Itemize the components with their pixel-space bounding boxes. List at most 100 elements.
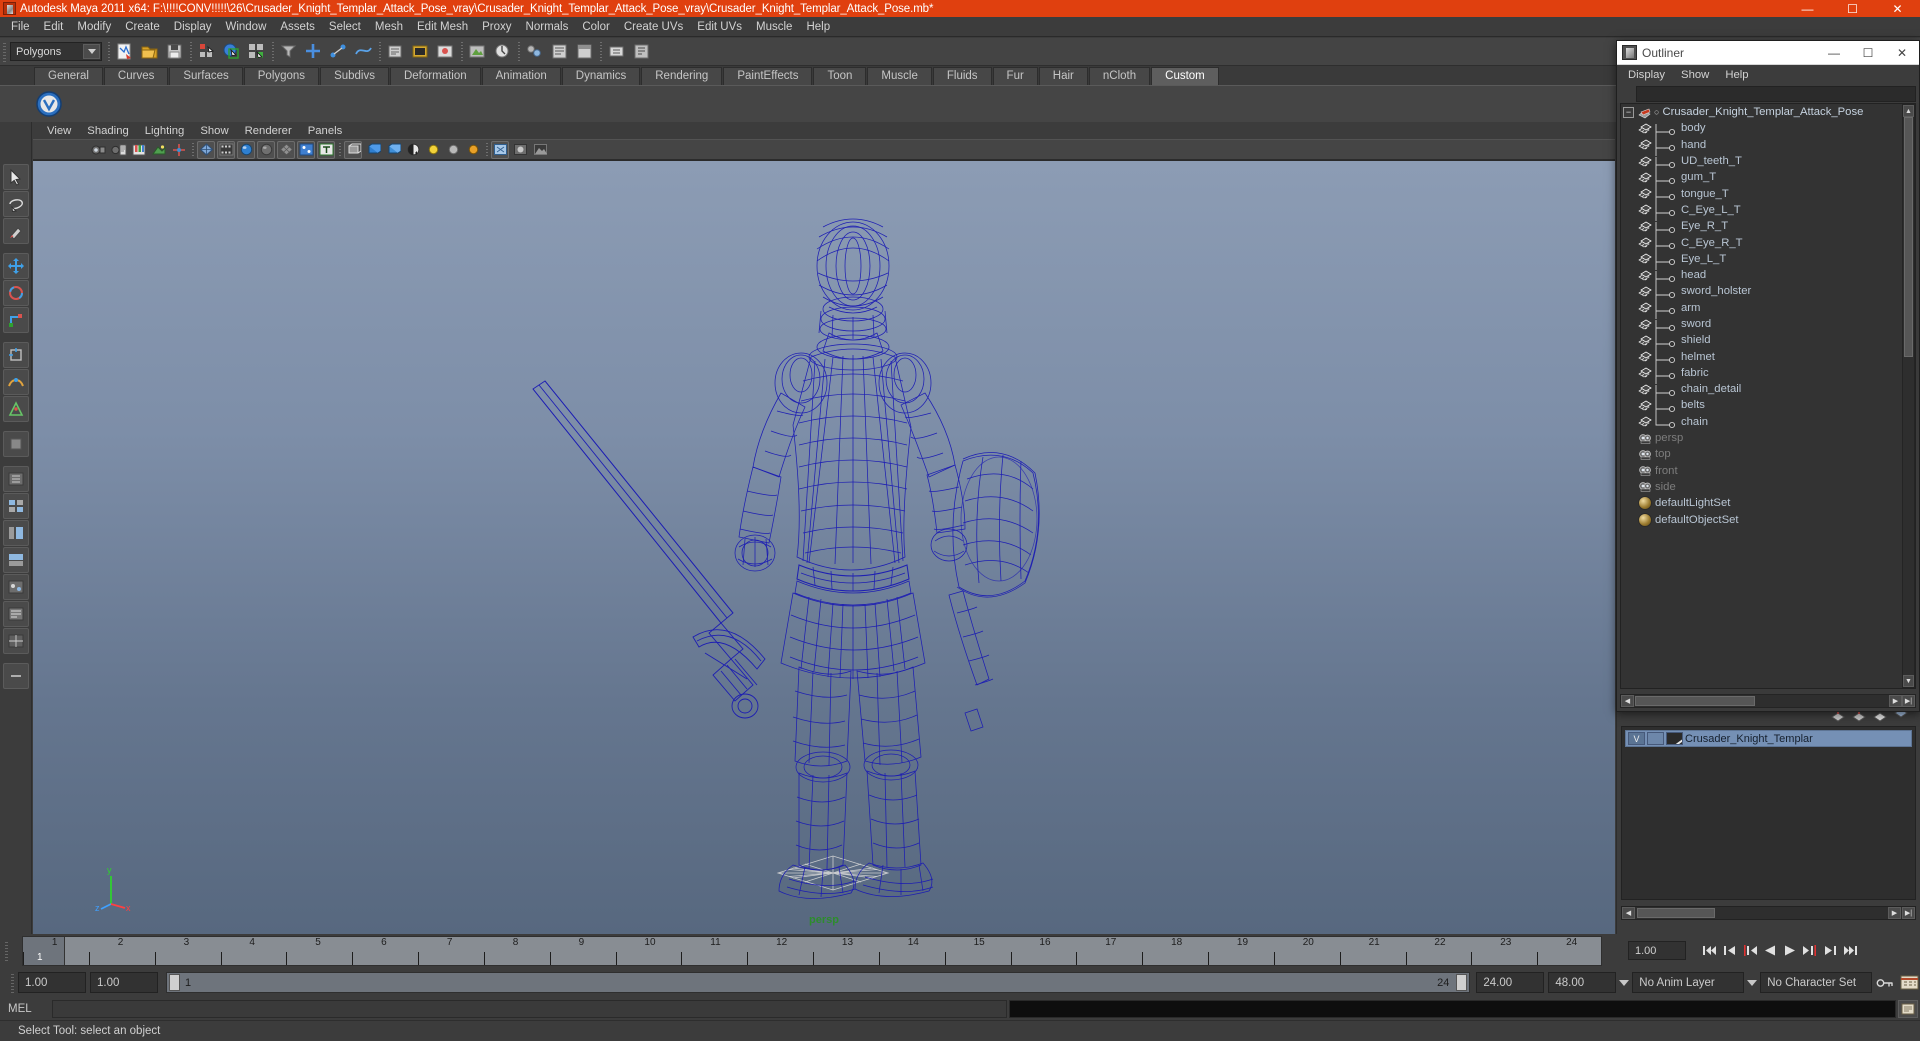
anim-layer-field[interactable]: No Anim Layer: [1632, 972, 1745, 993]
menu-mesh[interactable]: Mesh: [368, 19, 410, 35]
select-component-icon[interactable]: [245, 40, 268, 63]
layer-name-label[interactable]: Crusader_Knight_Templar: [1685, 733, 1813, 745]
scroll-left-arrow-icon[interactable]: ◀: [1622, 907, 1635, 919]
outliner-row-defaultlightset[interactable]: defaultLightSet: [1621, 495, 1915, 511]
timeline-grip[interactable]: [4, 939, 10, 962]
outliner-row-persp[interactable]: persp: [1621, 430, 1915, 446]
hardware-fog-icon[interactable]: [384, 141, 402, 159]
scrollbar-thumb[interactable]: [1904, 117, 1913, 357]
statusline-grip[interactable]: [2, 40, 8, 63]
shelf-tab-ncloth[interactable]: nCloth: [1088, 67, 1151, 85]
playback-start-time-field[interactable]: 1.00: [90, 972, 158, 993]
outliner-close-button[interactable]: ✕: [1885, 41, 1919, 65]
layout-uv-editor-icon[interactable]: [2, 628, 29, 654]
text-toggle-icon[interactable]: [317, 140, 335, 159]
rangebar-grip[interactable]: [10, 971, 16, 994]
menu-modify[interactable]: Modify: [70, 19, 118, 35]
outliner-maximize-button[interactable]: ☐: [1851, 41, 1885, 65]
layer-row[interactable]: V Crusader_Knight_Templar: [1625, 730, 1912, 747]
snap-curve-icon[interactable]: [327, 40, 350, 63]
shelf-tab-polygons[interactable]: Polygons: [243, 67, 320, 85]
range-slider[interactable]: 1 24: [166, 972, 1471, 993]
outliner-row-side[interactable]: side: [1621, 479, 1915, 495]
menu-create-uvs[interactable]: Create UVs: [617, 19, 690, 35]
xray-shading-icon[interactable]: [511, 141, 529, 159]
chevron-down-icon[interactable]: [1616, 972, 1632, 993]
shelf-tab-custom[interactable]: Custom: [1151, 67, 1219, 85]
minimize-button[interactable]: —: [1785, 0, 1830, 17]
select-hierarchy-icon[interactable]: [195, 40, 218, 63]
shadows-toggle-icon[interactable]: [404, 141, 422, 159]
current-time-indicator[interactable]: [23, 937, 65, 965]
outliner-horizontal-scrollbar[interactable]: ◀ ▶ ▶|: [1620, 694, 1916, 708]
current-time-field[interactable]: 1.00: [1628, 941, 1686, 960]
channel-box-icon[interactable]: [573, 40, 596, 63]
layout-single-icon[interactable]: [2, 466, 29, 492]
xray-mode-icon[interactable]: [277, 140, 295, 159]
shelf-tab-fluids[interactable]: Fluids: [932, 67, 992, 85]
shelf-tab-fur[interactable]: Fur: [992, 67, 1038, 85]
select-object-icon[interactable]: [220, 40, 243, 63]
shelf-tab-deformation[interactable]: Deformation: [389, 67, 481, 85]
outliner-row-crusader-knight-templar-attack-pose[interactable]: − ○ Crusader_Knight_Templar_Attack_Pose: [1621, 104, 1915, 120]
xray-joints-icon[interactable]: [297, 140, 315, 159]
play-forwards-button[interactable]: [1780, 940, 1800, 960]
outliner-row-defaultobjectset[interactable]: defaultObjectSet: [1621, 511, 1915, 527]
shelf-tab-dynamics[interactable]: Dynamics: [561, 67, 641, 85]
show-manipulator-icon[interactable]: [2, 396, 29, 422]
menu-muscle[interactable]: Muscle: [749, 19, 799, 35]
outliner-menu-help[interactable]: Help: [1717, 68, 1756, 82]
smooth-shade-all-icon[interactable]: [217, 140, 235, 159]
chevron-down-icon[interactable]: [1744, 972, 1760, 993]
playback-end-time-field[interactable]: 24.00: [1476, 972, 1545, 993]
ipr-render-icon[interactable]: [466, 40, 489, 63]
outliner-row-top[interactable]: top: [1621, 446, 1915, 462]
go-to-end-button[interactable]: [1840, 940, 1860, 960]
outliner-toggle-icon[interactable]: [630, 40, 653, 63]
viewport-menu-shading[interactable]: Shading: [79, 124, 136, 138]
layout-outliner-persp-icon[interactable]: [2, 601, 29, 627]
viewport-menu-show[interactable]: Show: [192, 124, 236, 138]
outliner-item-list[interactable]: − ○ Crusader_Knight_Templar_Attack_Pose bod…: [1620, 103, 1916, 689]
scroll-end-arrow-icon[interactable]: ▶|: [1902, 907, 1915, 919]
rotate-tool-icon[interactable]: [2, 280, 29, 306]
batch-render-icon[interactable]: [491, 40, 514, 63]
scroll-up-arrow-icon[interactable]: ▲: [1903, 105, 1914, 117]
viewport-menu-panels[interactable]: Panels: [300, 124, 351, 138]
menu-help[interactable]: Help: [799, 19, 837, 35]
tool-settings-icon[interactable]: [605, 40, 628, 63]
menu-edit-mesh[interactable]: Edit Mesh: [410, 19, 475, 35]
menu-file[interactable]: File: [4, 19, 37, 35]
camera-attributes-icon[interactable]: [110, 141, 128, 159]
layout-persp-outliner-icon[interactable]: [2, 520, 29, 546]
shelf-tab-general[interactable]: General: [34, 67, 103, 85]
image-plane-icon[interactable]: [150, 141, 168, 159]
time-slider[interactable]: 1 1 2 3 4 5 6 7 8 9 10 11 12 13 14 15 16 17 18 19 20 21 22 23 2…: [22, 936, 1602, 966]
menu-edit-uvs[interactable]: Edit UVs: [690, 19, 749, 35]
step-forward-frame-button[interactable]: [1800, 940, 1820, 960]
animation-end-time-field[interactable]: 48.00: [1548, 972, 1617, 993]
display-layer-list[interactable]: V Crusader_Knight_Templar: [1621, 726, 1916, 900]
all-lights-icon[interactable]: [424, 141, 442, 159]
command-line-input[interactable]: [52, 1000, 1007, 1018]
shelf-tab-muscle[interactable]: Muscle: [867, 67, 932, 85]
outliner-minimize-button[interactable]: —: [1817, 41, 1851, 65]
animation-start-time-field[interactable]: 1.00: [18, 972, 86, 993]
soft-modification-icon[interactable]: [2, 369, 29, 395]
snap-point-icon[interactable]: [352, 40, 375, 63]
outliner-window[interactable]: Outliner — ☐ ✕ Display Show Help − ○ Crusa…: [1616, 40, 1920, 712]
layer-shading-toggle[interactable]: [1666, 732, 1683, 745]
lasso-tool-icon[interactable]: [2, 191, 29, 217]
last-tool-used-icon[interactable]: [2, 431, 29, 457]
range-end-handle[interactable]: [1456, 974, 1468, 991]
scroll-down-arrow-icon[interactable]: ▼: [1903, 675, 1914, 687]
scroll-left-arrow-icon[interactable]: ◀: [1621, 695, 1634, 707]
maximize-button[interactable]: ☐: [1830, 0, 1875, 17]
menu-select[interactable]: Select: [322, 19, 368, 35]
outliner-row-body[interactable]: body: [1621, 120, 1915, 140]
scrollbar-thumb[interactable]: [1635, 696, 1755, 706]
new-scene-icon[interactable]: [113, 40, 136, 63]
step-forward-key-button[interactable]: [1820, 940, 1840, 960]
step-back-key-button[interactable]: [1720, 940, 1740, 960]
shade-textured-icon[interactable]: [237, 140, 255, 159]
